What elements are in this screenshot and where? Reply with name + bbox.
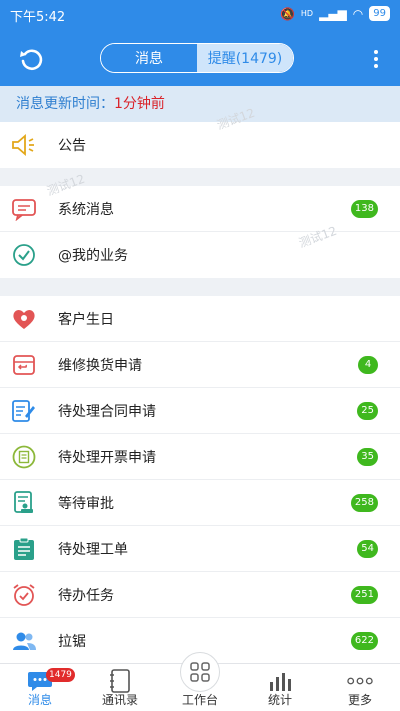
tab-reminders[interactable]: 提醒(1479): [197, 44, 293, 72]
count-badge: 251: [350, 585, 378, 604]
grid-icon: [180, 652, 220, 692]
bell-muted-icon: 🔕: [279, 6, 295, 21]
contacts-book-icon: [107, 669, 133, 693]
list-item-label: 待办任务: [58, 587, 114, 604]
status-time: 下午5:42: [10, 10, 66, 25]
dot: [374, 57, 378, 61]
heart-icon: [10, 305, 38, 333]
list-group-messages: 系统消息 138 @我的业务: [0, 186, 400, 278]
list-item-todo-tasks[interactable]: 待办任务 251: [0, 572, 400, 618]
list-item-label: 待处理开票申请: [58, 449, 156, 466]
tab-label: 通讯录: [101, 693, 138, 707]
approval-doc-icon: [10, 489, 38, 517]
update-time-bar: 消息更新时间：1分钟前: [0, 86, 400, 122]
tab-label: 工作台: [181, 693, 218, 707]
tab-label: 消息: [27, 693, 52, 707]
contract-edit-icon: [10, 397, 38, 425]
check-circle-icon: [10, 241, 38, 269]
unread-badge: 1479: [46, 668, 75, 682]
list-item-label: @我的业务: [58, 248, 128, 264]
megaphone-icon: [10, 131, 38, 159]
update-label: 消息更新时间：: [16, 96, 114, 112]
refresh-button[interactable]: [16, 44, 46, 74]
more-menu-button[interactable]: [366, 46, 386, 72]
list-item-label: 拉锯: [58, 634, 86, 650]
tab-label: 更多: [347, 693, 372, 707]
list-item-customer-birthday[interactable]: 客户生日: [0, 296, 400, 342]
list-item-announcement[interactable]: 公告: [0, 122, 400, 168]
count-badge: 25: [357, 401, 378, 420]
list-item-label: 系统消息: [58, 201, 114, 218]
list-item-invoice-requests[interactable]: 待处理开票申请 35: [0, 434, 400, 480]
signal-icon: ▂▄▆: [319, 6, 347, 21]
refresh-icon: [20, 49, 43, 71]
list-item-contract-requests[interactable]: 待处理合同申请 25: [0, 388, 400, 434]
list-item-label: 维修换货申请: [58, 357, 142, 374]
signal-label: HD: [300, 9, 314, 18]
list-item-system-messages[interactable]: 系统消息 138: [0, 186, 400, 232]
segment-control: 消息 提醒(1479): [100, 43, 294, 73]
count-badge: 258: [350, 493, 378, 512]
chat-bubble-icon: [10, 195, 38, 223]
tab-messages[interactable]: 消息: [101, 44, 197, 72]
list-item-label: 待处理工单: [58, 541, 128, 558]
battery-level: 99: [369, 6, 390, 21]
tab-bar-workbench[interactable]: 工作台: [160, 652, 240, 711]
dot: [374, 50, 378, 54]
bar-chart-icon: [267, 669, 293, 693]
invoice-icon: [10, 443, 38, 471]
list-item-label: 待处理合同申请: [58, 403, 156, 420]
alarm-clock-icon: [10, 581, 38, 609]
tab-bar-messages[interactable]: 1479 消息: [0, 664, 80, 711]
status-bar: 下午5:42 🔕 HD ▂▄▆ ◠ 99: [0, 0, 400, 28]
tab-label: 统计: [267, 693, 292, 707]
list-item-mentions[interactable]: @我的业务: [0, 232, 400, 278]
list-item-label: 等待审批: [58, 495, 114, 512]
dot: [374, 64, 378, 68]
update-value: 1分钟前: [114, 96, 165, 112]
wifi-icon: ◠: [352, 6, 364, 21]
list-item-work-orders[interactable]: 待处理工单 54: [0, 526, 400, 572]
status-icons: 🔕 HD ▂▄▆ ◠ 99: [280, 6, 390, 21]
tab-bar-statistics[interactable]: 统计: [240, 664, 320, 711]
count-badge: 4: [358, 355, 378, 374]
count-badge: 138: [350, 199, 378, 218]
return-box-icon: [10, 351, 38, 379]
tab-bar-more[interactable]: 更多: [320, 664, 400, 711]
app-header: 下午5:42 🔕 HD ▂▄▆ ◠ 99 消息 提醒(1479): [0, 0, 400, 86]
list-item-pending-approval[interactable]: 等待审批 258: [0, 480, 400, 526]
bottom-tab-bar: 1479 消息 通讯录 工作台 统计 更多: [0, 652, 400, 711]
dots-icon: [347, 669, 373, 693]
clipboard-icon: [10, 535, 38, 563]
list-group-announcements: 公告: [0, 122, 400, 168]
users-icon: [10, 627, 38, 655]
list-item-repair-exchange[interactable]: 维修换货申请 4: [0, 342, 400, 388]
list-group-tasks: 客户生日 维修换货申请 4 待处理合同申请 25 待处理开票申请 35 等待审批…: [0, 296, 400, 664]
tab-bar-contacts[interactable]: 通讯录: [80, 664, 160, 711]
list-item-label: 客户生日: [58, 311, 114, 328]
count-badge: 622: [350, 632, 378, 650]
count-badge: 54: [357, 539, 378, 558]
count-badge: 35: [357, 447, 378, 466]
list-item-label: 公告: [58, 138, 86, 154]
